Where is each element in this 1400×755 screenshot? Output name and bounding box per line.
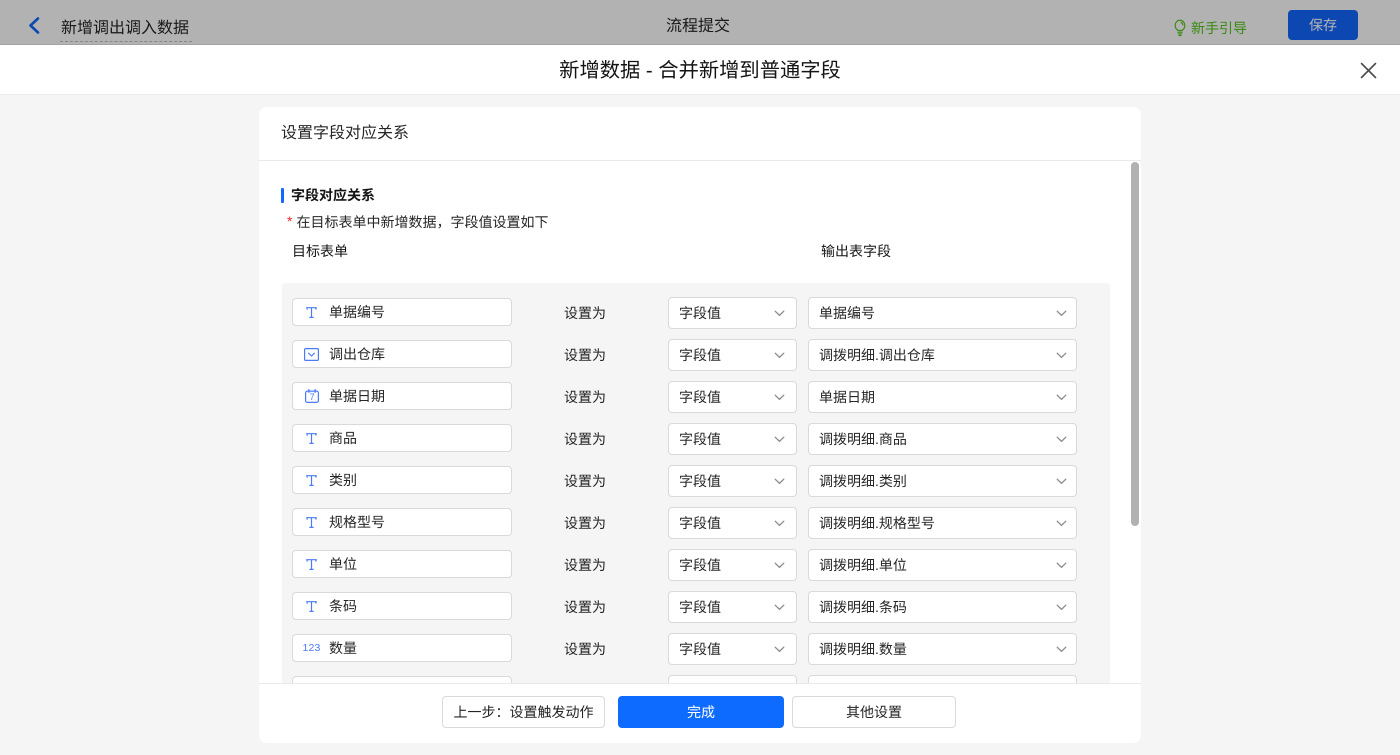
svg-text:7: 7: [309, 392, 314, 402]
